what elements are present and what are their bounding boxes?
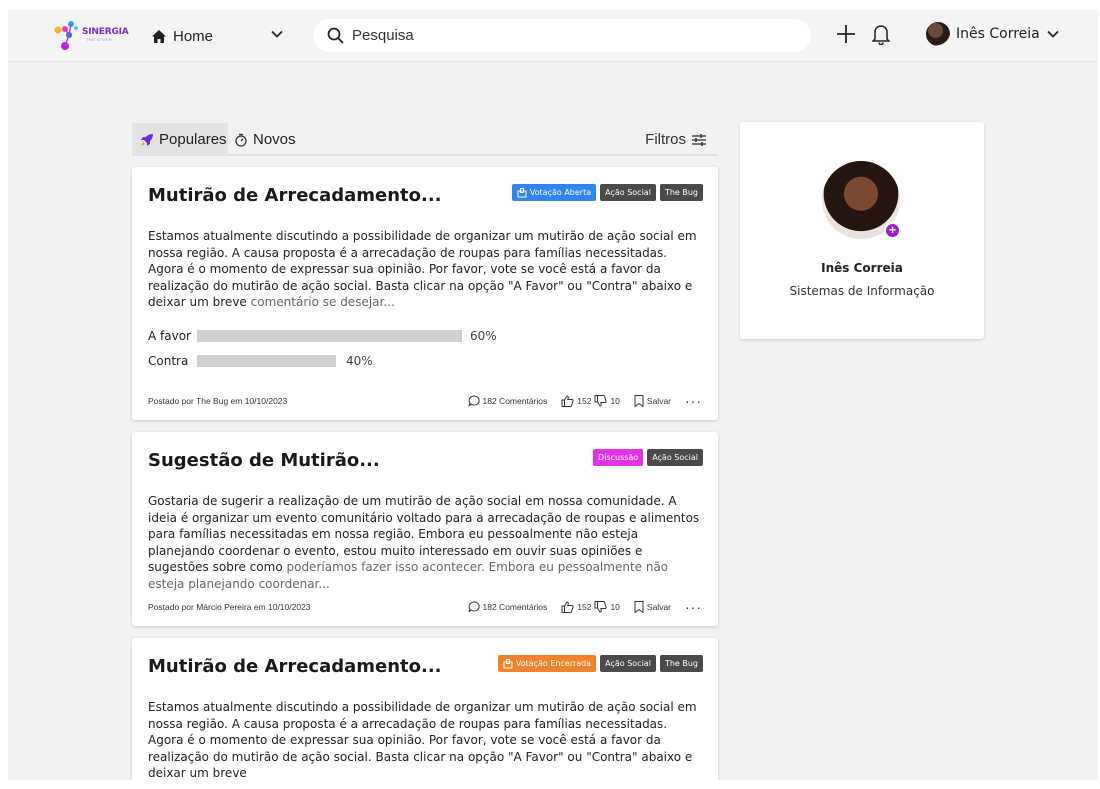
tab-novos[interactable]: Novos (234, 123, 296, 156)
add-photo-button[interactable]: + (884, 222, 901, 239)
posted-by: Postado por The Bug em 10/10/2023 (148, 396, 288, 406)
author-badge: The Bug (659, 655, 703, 672)
post-card[interactable]: Sugestão de Mutirão... Discussão Ação So… (132, 432, 718, 626)
filters-button[interactable]: Filtros (645, 123, 706, 156)
logo-subtext: THE GIVER (86, 37, 113, 42)
thumbs-up-icon (561, 601, 574, 613)
comments-button[interactable]: 182 Comentários (468, 395, 547, 407)
vote-percent: 60% (470, 329, 497, 343)
posted-by: Postado por Márcio Pereira em 10/10/2023 (148, 602, 311, 612)
comment-icon (468, 601, 480, 613)
status-badge: Votação Aberta (511, 184, 597, 201)
post-card[interactable]: Mutirão de Arrecadamento... Votação Aber… (132, 167, 718, 420)
post-tags: Discussão Ação Social (593, 449, 703, 466)
author-badge: The Bug (659, 184, 703, 201)
thumbs-down-icon (594, 395, 608, 407)
avatar (926, 22, 950, 46)
ballot-icon (517, 187, 527, 197)
thumbs-up-icon (561, 395, 574, 407)
thumbs-down-icon (594, 601, 608, 613)
search-bar[interactable]: Pesquisa (313, 19, 811, 52)
chevron-down-icon (1047, 30, 1059, 38)
post-footer: Postado por The Bug em 10/10/2023 182 Co… (148, 393, 702, 409)
vote-option-contra[interactable]: Contra 40% (148, 354, 373, 368)
status-badge: Discussão (593, 449, 644, 466)
category-badge: Ação Social (647, 449, 703, 466)
post-footer: Postado por Márcio Pereira em 10/10/2023… (148, 599, 702, 615)
like-button[interactable]: 152 (561, 601, 591, 613)
vote-label: Contra (148, 354, 189, 368)
post-tags: Votação Aberta Ação Social The Bug (511, 184, 703, 201)
ballot-icon (503, 658, 513, 668)
post-title[interactable]: Sugestão de Mutirão... (148, 450, 380, 471)
create-post-button[interactable] (836, 24, 856, 44)
filters-label: Filtros (645, 131, 686, 148)
profile-course: Sistemas de Informação (789, 284, 935, 298)
chevron-down-icon (271, 30, 283, 38)
home-nav-link[interactable]: Home (151, 24, 213, 48)
post-body: Estamos atualmente discutindo a possibil… (148, 700, 697, 780)
bookmark-icon (634, 601, 644, 613)
tab-populares[interactable]: Populares (132, 123, 228, 156)
tab-label: Novos (253, 131, 296, 148)
dislike-button[interactable]: 10 (594, 395, 620, 407)
home-label: Home (173, 27, 214, 45)
post-body: Estamos atualmente discutindo a possibil… (148, 229, 697, 309)
category-badge: Ação Social (600, 655, 656, 672)
user-menu[interactable]: Inês Correia (926, 22, 1060, 46)
save-button[interactable]: Salvar (634, 395, 671, 407)
tab-label: Populares (159, 131, 227, 148)
feed-tabs: Populares Novos Filtros (132, 123, 718, 156)
rocket-icon (141, 133, 153, 146)
logo-graphic-icon (54, 21, 78, 50)
home-icon (152, 29, 166, 43)
home-dropdown-toggle[interactable] (270, 27, 284, 41)
sliders-icon (692, 133, 706, 146)
profile-name: Inês Correia (821, 261, 903, 275)
app-frame: SINERGIA THE GIVER Home Pesquisa Inês Co… (8, 10, 1098, 780)
user-name: Inês Correia (956, 26, 1040, 42)
vote-label: A favor (148, 329, 191, 343)
post-title[interactable]: Mutirão de Arrecadamento... (148, 185, 442, 206)
post-tags: Votação Encerrada Ação Social The Bug (497, 655, 703, 672)
vote-option-favor[interactable]: A favor 60% (148, 329, 497, 343)
profile-card: + Inês Correia Sistemas de Informação (740, 122, 984, 339)
bell-icon (872, 25, 890, 45)
search-placeholder: Pesquisa (352, 27, 414, 44)
like-button[interactable]: 152 (561, 395, 591, 407)
more-options-button[interactable]: ··· (685, 393, 702, 409)
top-navigation-bar: SINERGIA THE GIVER Home Pesquisa Inês Co… (8, 10, 1098, 62)
vote-bar (197, 355, 336, 367)
category-badge: Ação Social (600, 184, 656, 201)
notifications-button[interactable] (872, 23, 890, 45)
comment-icon (468, 395, 480, 407)
logo-text: SINERGIA (82, 27, 129, 37)
comments-button[interactable]: 182 Comentários (468, 601, 547, 613)
save-button[interactable]: Salvar (634, 601, 671, 613)
plus-icon (837, 25, 855, 43)
post-body: Gostaria de sugerir a realização de um m… (148, 494, 700, 591)
more-options-button[interactable]: ··· (685, 599, 702, 615)
status-badge: Votação Encerrada (497, 655, 597, 672)
post-title[interactable]: Mutirão de Arrecadamento... (148, 656, 442, 677)
search-icon (327, 27, 344, 44)
bookmark-icon (634, 395, 644, 407)
post-card[interactable]: Mutirão de Arrecadamento... Votação Ence… (132, 638, 718, 780)
sinergia-logo[interactable]: SINERGIA THE GIVER (52, 20, 132, 52)
dislike-button[interactable]: 10 (594, 601, 620, 613)
vote-percent: 40% (346, 354, 373, 368)
vote-bar (197, 330, 462, 342)
timer-icon (235, 133, 247, 147)
